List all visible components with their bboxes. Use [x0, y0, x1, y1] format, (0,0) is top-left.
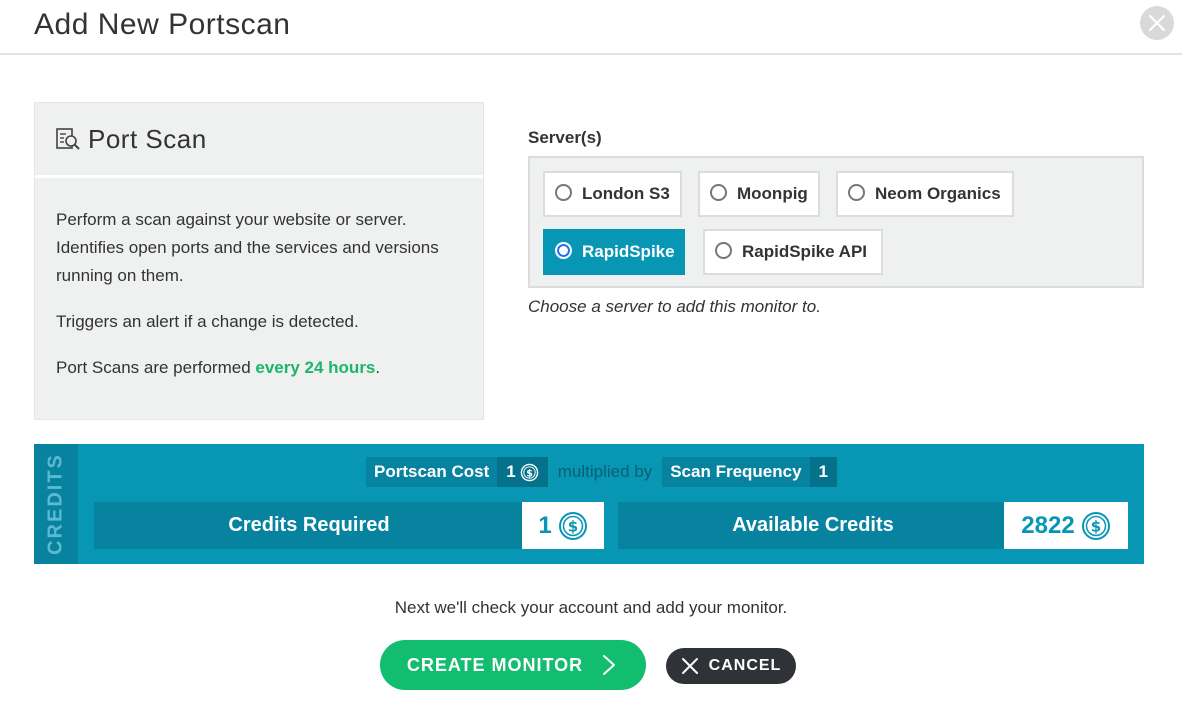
server-option-rapidspike[interactable]: RapidSpike: [543, 229, 685, 275]
portscan-cost-label: Portscan Cost: [366, 457, 498, 487]
cancel-label: CANCEL: [708, 657, 782, 674]
credits-required-bar: Credits Required 1 $: [94, 502, 604, 549]
server-option-label: Moonpig: [737, 184, 808, 203]
server-options-group: London S3 Moonpig Neom Organics RapidSpi…: [528, 156, 1144, 288]
cost-calculation: Portscan Cost 1 $ multiplied by Scan Fre…: [366, 457, 838, 487]
scan-frequency-value: 1: [809, 457, 838, 487]
multiplied-by-text: multiplied by: [557, 462, 653, 481]
credits-required-value: 1 $: [522, 502, 604, 549]
info-panel-header: Port Scan: [35, 103, 483, 178]
servers-label: Server(s): [528, 128, 602, 147]
coin-dollar-icon: $: [520, 463, 539, 481]
radio-button[interactable]: [848, 183, 865, 201]
radio-button-selected[interactable]: [555, 241, 572, 259]
svg-text:$: $: [526, 468, 533, 479]
server-option-london-s3[interactable]: London S3: [543, 171, 682, 217]
server-option-label: RapidSpike API: [742, 242, 868, 261]
dialog-title: Add New Portscan: [34, 8, 291, 41]
radio-button[interactable]: [555, 183, 572, 201]
portscan-cost-value: 1 $: [497, 457, 548, 487]
chevron-right-icon: [603, 655, 616, 675]
credits-side-label: CREDITS: [44, 453, 67, 555]
available-credits-bar: Available Credits 2822 $: [618, 502, 1128, 549]
frequency-prefix: Port Scans are performed: [56, 358, 256, 377]
info-body: Perform a scan against your website or s…: [35, 178, 483, 382]
svg-text:$: $: [567, 517, 577, 535]
server-option-neom-organics[interactable]: Neom Organics: [836, 171, 1014, 217]
info-heading: Port Scan: [88, 123, 207, 154]
create-monitor-button[interactable]: CREATE MONITOR: [380, 640, 646, 690]
radio-button[interactable]: [715, 241, 732, 259]
coin-dollar-icon: $: [558, 511, 587, 540]
monitor-info-panel: Port Scan Perform a scan against your we…: [34, 102, 484, 420]
info-frequency-text: Port Scans are performed every 24 hours.: [56, 354, 463, 382]
close-icon: [1148, 14, 1166, 32]
server-option-label: Neom Organics: [875, 184, 1001, 203]
server-option-rapidspike-api[interactable]: RapidSpike API: [703, 229, 883, 275]
next-step-text: Next we'll check your account and add yo…: [394, 598, 788, 617]
available-credits-value: 2822 $: [1004, 502, 1128, 549]
frequency-suffix: .: [375, 358, 381, 377]
credits-panel: CREDITS Portscan Cost 1 $ multiplied by …: [34, 444, 1144, 564]
portscan-cost-number: 1: [506, 462, 516, 481]
info-description: Perform a scan against your website or s…: [56, 210, 439, 285]
create-monitor-label: CREATE MONITOR: [406, 654, 584, 675]
server-option-moonpig[interactable]: Moonpig: [698, 171, 820, 217]
svg-text:$: $: [1090, 517, 1100, 535]
server-option-label: London S3: [582, 184, 670, 203]
available-credits-label: Available Credits: [732, 514, 894, 536]
available-credits-number: 2822: [1021, 511, 1075, 539]
radio-button[interactable]: [710, 183, 727, 201]
coin-dollar-icon: $: [1081, 511, 1110, 540]
credits-required-label: Credits Required: [228, 514, 390, 536]
frequency-highlight: every 24 hours: [255, 358, 376, 377]
server-hint: Choose a server to add this monitor to.: [528, 297, 821, 316]
credits-required-number: 1: [538, 511, 552, 539]
close-icon: [681, 658, 698, 674]
scan-frequency-label: Scan Frequency: [662, 457, 810, 487]
dialog-header: Add New Portscan: [0, 0, 1182, 55]
info-alert-text: Triggers an alert if a change is detecte…: [56, 312, 359, 331]
cancel-button[interactable]: CANCEL: [666, 648, 796, 684]
credits-side-tab: CREDITS: [34, 444, 78, 564]
scan-search-icon: [56, 128, 80, 150]
close-button[interactable]: [1140, 6, 1174, 40]
server-option-label: RapidSpike: [582, 242, 675, 261]
